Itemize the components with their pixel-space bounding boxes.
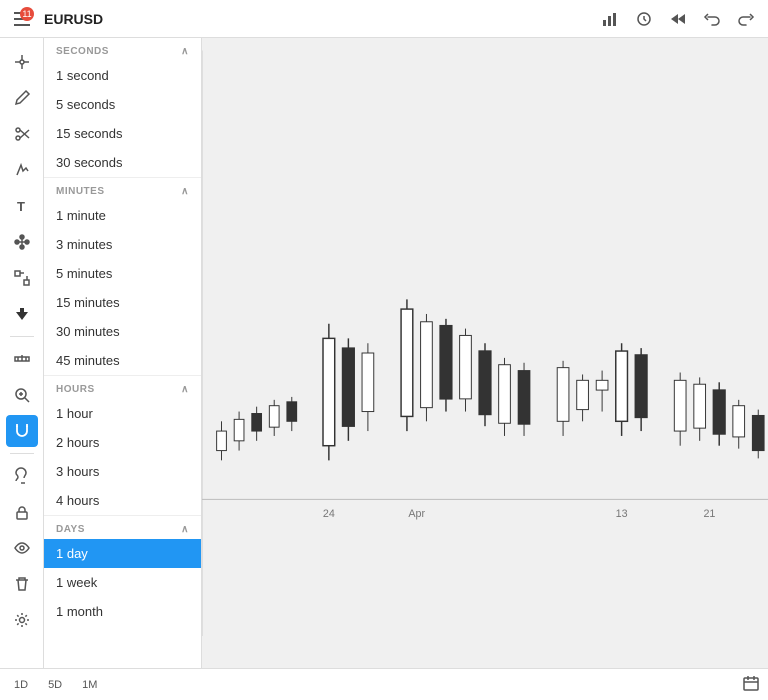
left-sidebar: T bbox=[0, 38, 44, 668]
timeframe-item-2-hours[interactable]: 2 hours bbox=[44, 428, 201, 457]
timeframe-item-30-minutes[interactable]: 30 minutes bbox=[44, 317, 201, 346]
timeframe-item-1-month[interactable]: 1 month bbox=[44, 597, 201, 626]
chevron-seconds[interactable]: ∧ bbox=[181, 46, 189, 57]
svg-text:13: 13 bbox=[616, 508, 628, 520]
sidebar-crosshair[interactable] bbox=[6, 46, 38, 78]
timeframe-5d[interactable]: 5D bbox=[42, 676, 68, 694]
timeframe-item-5-minutes[interactable]: 5 minutes bbox=[44, 259, 201, 288]
timeframe-1m[interactable]: 1M bbox=[76, 676, 103, 694]
bottom-bar: 1D 5D 1M bbox=[0, 668, 768, 700]
sidebar-text[interactable]: T bbox=[6, 190, 38, 222]
sidebar-trash[interactable] bbox=[6, 568, 38, 600]
sidebar-measure[interactable] bbox=[6, 343, 38, 375]
header: 11 EURUSD bbox=[0, 0, 768, 38]
notification-badge: 11 bbox=[20, 7, 34, 21]
sidebar-pen[interactable] bbox=[6, 154, 38, 186]
timeframe-item-1-day[interactable]: 1 day bbox=[44, 539, 201, 568]
fast-back-icon[interactable] bbox=[664, 5, 692, 33]
header-icons bbox=[596, 5, 760, 33]
timeframe-item-30-seconds[interactable]: 30 seconds bbox=[44, 148, 201, 177]
sidebar-node[interactable] bbox=[6, 226, 38, 258]
timeframe-item-45-minutes[interactable]: 45 minutes bbox=[44, 346, 201, 375]
sidebar-divider-2 bbox=[10, 453, 34, 454]
section-days: DAYS∧ bbox=[44, 515, 201, 539]
section-hours: HOURS∧ bbox=[44, 375, 201, 399]
timeframe-1d[interactable]: 1D bbox=[8, 676, 34, 694]
svg-text:24: 24 bbox=[323, 508, 335, 520]
chevron-hours[interactable]: ∧ bbox=[181, 384, 189, 395]
svg-text:21: 21 bbox=[703, 508, 715, 520]
undo-icon[interactable] bbox=[698, 5, 726, 33]
main-area: T bbox=[0, 38, 768, 668]
svg-text:T: T bbox=[17, 199, 25, 214]
indicator-icon[interactable] bbox=[630, 5, 658, 33]
timeframe-item-3-minutes[interactable]: 3 minutes bbox=[44, 230, 201, 259]
chart-area: 24 Apr 13 21 bbox=[202, 38, 768, 668]
sidebar-pencil[interactable] bbox=[6, 82, 38, 114]
section-minutes: MINUTES∧ bbox=[44, 177, 201, 201]
timeframe-item-5-seconds[interactable]: 5 seconds bbox=[44, 90, 201, 119]
sidebar-scissors[interactable] bbox=[6, 118, 38, 150]
bottom-calendar-icon[interactable] bbox=[742, 674, 760, 695]
timeframe-item-15-seconds[interactable]: 15 seconds bbox=[44, 119, 201, 148]
svg-text:Apr: Apr bbox=[408, 508, 425, 520]
sidebar-eye[interactable] bbox=[6, 532, 38, 564]
sidebar-arrow-down[interactable] bbox=[6, 298, 38, 330]
timeframe-item-1-second[interactable]: 1 second bbox=[44, 61, 201, 90]
timeframe-dropdown: SECONDS∧1 second5 seconds15 seconds30 se… bbox=[44, 38, 202, 668]
timeframe-item-1-hour[interactable]: 1 hour bbox=[44, 399, 201, 428]
sidebar-paint[interactable] bbox=[6, 460, 38, 492]
sidebar-divider-1 bbox=[10, 336, 34, 337]
hamburger-button[interactable]: 11 bbox=[8, 5, 36, 33]
chart-type-icon[interactable] bbox=[596, 5, 624, 33]
timeframe-item-15-minutes[interactable]: 15 minutes bbox=[44, 288, 201, 317]
sidebar-magnet[interactable] bbox=[6, 415, 38, 447]
redo-icon[interactable] bbox=[732, 5, 760, 33]
timeframe-item-4-hours[interactable]: 4 hours bbox=[44, 486, 201, 515]
sidebar-lock[interactable] bbox=[6, 496, 38, 528]
sidebar-settings[interactable] bbox=[6, 604, 38, 636]
timeframe-item-1-week[interactable]: 1 week bbox=[44, 568, 201, 597]
sidebar-connector[interactable] bbox=[6, 262, 38, 294]
timeframe-item-1-minute[interactable]: 1 minute bbox=[44, 201, 201, 230]
symbol-label: EURUSD bbox=[44, 11, 103, 27]
sidebar-zoom-in[interactable] bbox=[6, 379, 38, 411]
section-seconds: SECONDS∧ bbox=[44, 38, 201, 61]
timeframe-item-3-hours[interactable]: 3 hours bbox=[44, 457, 201, 486]
chevron-days[interactable]: ∧ bbox=[181, 524, 189, 535]
chevron-minutes[interactable]: ∧ bbox=[181, 186, 189, 197]
